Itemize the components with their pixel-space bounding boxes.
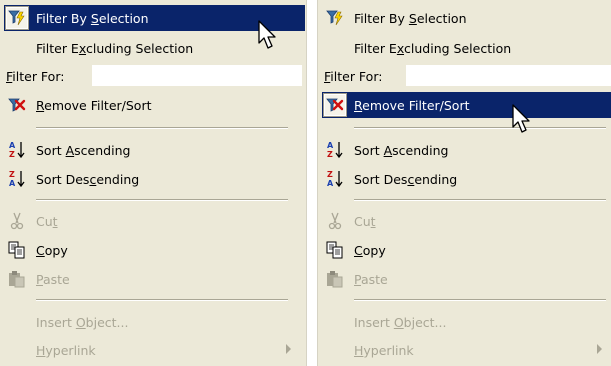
menu-item-label: Filter Excluding Selection — [36, 40, 194, 56]
menu-item-sort-ascending[interactable]: A Z Sort Ascending — [4, 137, 305, 163]
menu-item-sort-descending[interactable]: Z A Sort Descending — [322, 166, 611, 192]
sort-ascending-icon: A Z — [324, 139, 346, 161]
menu-item-label: Copy — [354, 242, 386, 258]
filter-for-input[interactable] — [92, 65, 302, 86]
context-menu-left: Filter By Selection Filter Excluding Sel… — [0, 0, 307, 366]
svg-text:A: A — [9, 179, 16, 188]
menu-separator — [36, 299, 288, 301]
menu-item-label: Remove Filter/Sort — [36, 97, 152, 113]
scissors-icon — [324, 210, 346, 232]
svg-text:A: A — [9, 141, 16, 150]
menu-item-sort-descending[interactable]: Z A Sort Descending — [4, 166, 305, 192]
mouse-cursor-icon — [258, 20, 276, 49]
menu-item-label: Cut — [36, 213, 58, 229]
menu-item-hyperlink[interactable]: Hyperlink — [322, 337, 611, 363]
svg-text:A: A — [327, 141, 334, 150]
menu-item-label: Copy — [36, 242, 68, 258]
menu-item-label: Sort Descending — [36, 171, 140, 187]
remove-filter-icon — [6, 94, 28, 116]
context-menu-right: Filter By Selection Filter Excluding Sel… — [317, 0, 611, 366]
sort-descending-icon: Z A — [324, 168, 346, 190]
menu-item-remove-filter-sort[interactable]: Remove Filter/Sort — [4, 92, 305, 118]
filter-for-input[interactable] — [406, 65, 611, 86]
menu-item-label: Filter Excluding Selection — [354, 40, 512, 56]
sort-descending-icon: Z A — [6, 168, 28, 190]
menu-item-sort-ascending[interactable]: A Z Sort Ascending — [322, 137, 611, 163]
menu-separator — [354, 127, 606, 129]
menu-item-label: Remove Filter/Sort — [354, 97, 470, 113]
menu-item-label: Filter By Selection — [354, 10, 467, 26]
menu-item-label: Sort Descending — [354, 171, 458, 187]
menu-item-cut[interactable]: Cut — [4, 208, 305, 234]
mouse-cursor-icon — [512, 104, 530, 133]
menu-item-filter-for: Filter For: — [322, 63, 611, 89]
filter-lightning-icon — [5, 6, 29, 30]
menu-separator — [36, 199, 288, 201]
menu-item-label: Sort Ascending — [36, 142, 131, 158]
menu-item-label: Paste — [36, 271, 70, 287]
menu-item-insert-object[interactable]: Insert Object... — [322, 309, 611, 335]
svg-text:Z: Z — [9, 150, 15, 159]
menu-item-paste[interactable]: Paste — [4, 266, 305, 292]
submenu-arrow-icon — [286, 344, 291, 354]
menu-item-filter-by-selection[interactable]: Filter By Selection — [322, 5, 611, 31]
menu-separator — [354, 299, 606, 301]
copy-icon — [6, 239, 28, 261]
menu-separator — [354, 199, 606, 201]
menu-item-remove-filter-sort[interactable]: Remove Filter/Sort — [322, 92, 611, 118]
svg-text:Z: Z — [9, 170, 15, 179]
paste-icon — [324, 268, 346, 290]
copy-icon — [324, 239, 346, 261]
menu-item-label: Filter By Selection — [36, 10, 149, 26]
menu-item-label: Sort Ascending — [354, 142, 449, 158]
menu-item-copy[interactable]: Copy — [322, 237, 611, 263]
menu-item-insert-object[interactable]: Insert Object... — [4, 309, 305, 335]
remove-filter-icon — [323, 93, 347, 117]
menu-item-paste[interactable]: Paste — [322, 266, 611, 292]
menu-item-label: Cut — [354, 213, 376, 229]
submenu-arrow-icon — [597, 344, 602, 354]
menu-item-label: Paste — [354, 271, 388, 287]
menu-item-filter-for: Filter For: — [4, 63, 305, 89]
menu-item-label: Insert Object... — [36, 314, 129, 330]
menu-item-hyperlink[interactable]: Hyperlink — [4, 337, 305, 363]
sort-ascending-icon: A Z — [6, 139, 28, 161]
menu-item-label: Insert Object... — [354, 314, 447, 330]
filter-for-label: Filter For: — [6, 68, 65, 84]
svg-text:Z: Z — [327, 150, 333, 159]
menu-item-label: Hyperlink — [36, 342, 96, 358]
scissors-icon — [6, 210, 28, 232]
svg-text:A: A — [327, 179, 334, 188]
menu-separator — [36, 127, 288, 129]
paste-icon — [6, 268, 28, 290]
svg-text:Z: Z — [327, 170, 333, 179]
menu-item-cut[interactable]: Cut — [322, 208, 611, 234]
menu-item-copy[interactable]: Copy — [4, 237, 305, 263]
filter-lightning-icon — [324, 7, 346, 29]
menu-item-label: Hyperlink — [354, 342, 414, 358]
filter-for-label: Filter For: — [324, 68, 383, 84]
menu-item-filter-excluding-selection[interactable]: Filter Excluding Selection — [322, 35, 611, 61]
